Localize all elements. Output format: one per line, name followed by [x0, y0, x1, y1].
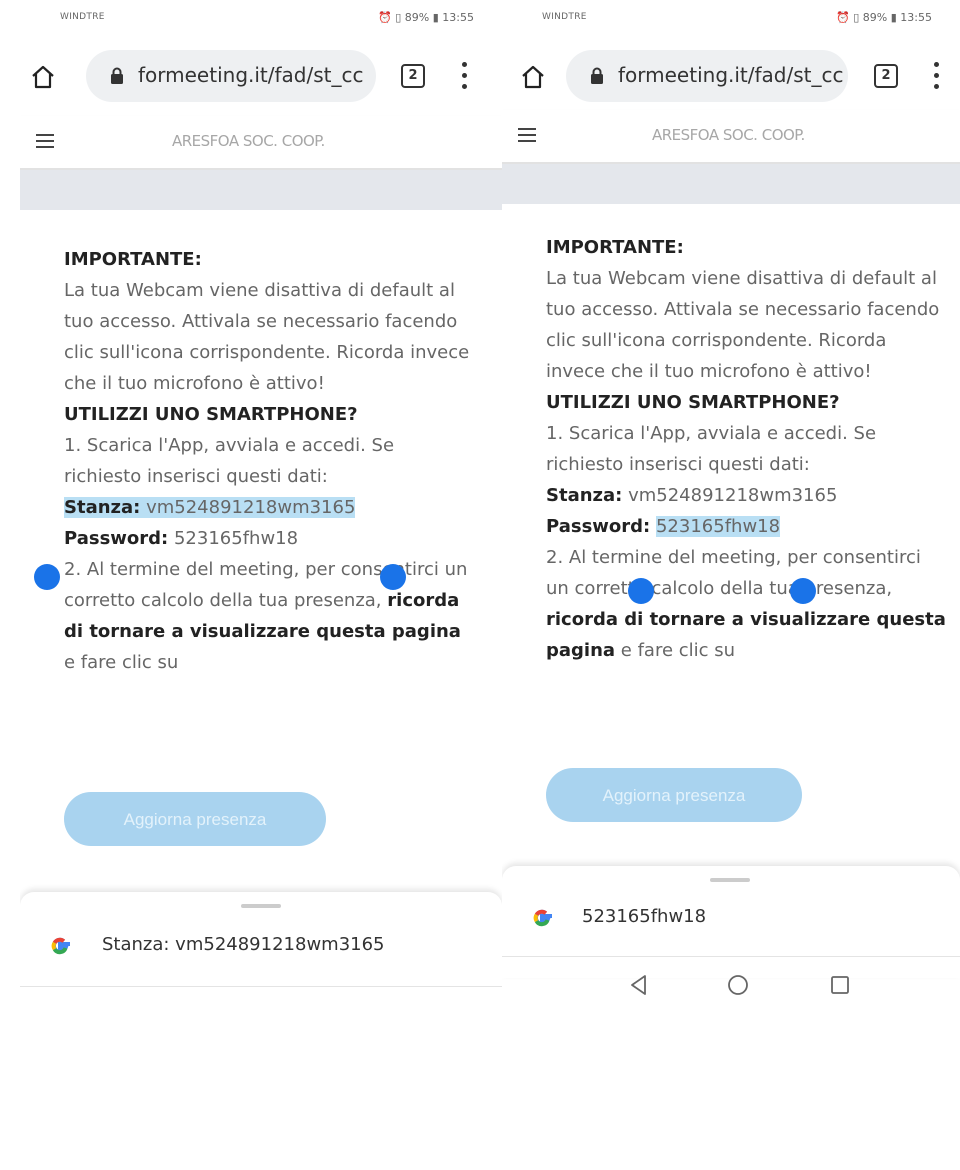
google-icon [533, 909, 552, 927]
step-1-text: 1. Scarica l'App, avviala e accedi. Se r… [546, 423, 877, 475]
heading-important: IMPORTANTE: [546, 237, 684, 258]
selection-handle-end[interactable] [380, 564, 406, 590]
tab-switcher-icon[interactable]: 2 [874, 64, 898, 88]
room-value: vm524891218wm3165 [628, 485, 838, 506]
lock-icon [111, 67, 123, 84]
room-value: vm524891218wm3165 [146, 497, 356, 518]
status-indicators: ⏰ ▯ 89% ▮ 13:55 [836, 11, 932, 24]
instructions-text: IMPORTANTE: La tua Webcam viene disattiv… [546, 232, 946, 666]
sheet-divider [502, 956, 960, 957]
address-bar[interactable]: formeeting.it/fad/st_cc [566, 50, 848, 102]
home-circle-icon[interactable] [725, 972, 751, 998]
room-selection[interactable]: Stanza: vm524891218wm3165 [64, 497, 356, 518]
status-bar: WINDTRE ⏰ ▯ 89% ▮ 13:55 [502, 0, 960, 40]
password-label: Password: [64, 528, 169, 549]
update-presence-button[interactable]: Aggiorna presenza [546, 768, 802, 822]
header-band [20, 170, 502, 210]
site-header: ARESFOA SOC. COOP. [502, 110, 960, 164]
lock-icon [591, 67, 603, 84]
sheet-grabber[interactable] [710, 878, 750, 882]
step-2-end: e fare clic su [620, 640, 736, 661]
url-text: formeeting.it/fad/st_cc [138, 63, 364, 87]
status-bar: WINDTRE ⏰ ▯ 89% ▮ 13:55 [20, 0, 502, 40]
suggestion-sheet: Stanza: vm524891218wm3165 [20, 892, 502, 1000]
update-presence-button[interactable]: Aggiorna presenza [64, 792, 326, 846]
sheet-grabber[interactable] [241, 904, 281, 908]
site-title: ARESFOA SOC. COOP. [172, 132, 325, 150]
android-nav-bar [502, 958, 960, 1000]
address-bar[interactable]: formeeting.it/fad/st_cc [86, 50, 376, 102]
suggestion-text[interactable]: Stanza: vm524891218wm3165 [102, 934, 385, 955]
recents-square-icon[interactable] [827, 972, 853, 998]
step-2-bold: ricorda di tornare a visualizzare questa… [546, 609, 946, 661]
home-icon[interactable] [30, 64, 56, 90]
selection-handle-start[interactable] [34, 564, 60, 590]
google-icon [51, 937, 70, 955]
browser-toolbar: formeeting.it/fad/st_cc 2 [502, 48, 960, 106]
status-indicators: ⏰ ▯ 89% ▮ 13:55 [378, 11, 474, 24]
tab-switcher-icon[interactable]: 2 [401, 64, 425, 88]
heading-important: IMPORTANTE: [64, 249, 202, 270]
header-band [502, 164, 960, 204]
heading-smartphone: UTILIZZI UNO SMARTPHONE? [64, 404, 358, 425]
selection-handle-end[interactable] [790, 578, 816, 604]
instructions-text: IMPORTANTE: La tua Webcam viene disattiv… [64, 244, 474, 678]
menu-kebab-icon[interactable] [462, 62, 468, 90]
step-1-text: 1. Scarica l'App, avviala e accedi. Se r… [64, 435, 395, 487]
home-icon[interactable] [520, 64, 546, 90]
browser-toolbar: formeeting.it/fad/st_cc 2 [20, 48, 502, 106]
url-text: formeeting.it/fad/st_cc [618, 63, 844, 87]
sheet-divider [20, 986, 502, 987]
carrier-label: WINDTRE [542, 12, 587, 22]
site-title: ARESFOA SOC. COOP. [652, 126, 805, 144]
password-value: 523165fhw18 [173, 528, 299, 549]
room-label: Stanza: [64, 497, 141, 518]
carrier-label: WINDTRE [60, 12, 105, 22]
important-paragraph: La tua Webcam viene disattiva di default… [546, 268, 940, 382]
android-nav-bar [20, 988, 502, 1000]
selection-handle-start[interactable] [628, 578, 654, 604]
site-header: ARESFOA SOC. COOP. [20, 116, 502, 170]
heading-smartphone: UTILIZZI UNO SMARTPHONE? [546, 392, 840, 413]
phone-screen-right: WINDTRE ⏰ ▯ 89% ▮ 13:55 formeeting.it/fa… [502, 0, 960, 1000]
hamburger-menu-icon[interactable] [518, 128, 536, 142]
suggestion-text[interactable]: 523165fhw18 [582, 906, 706, 927]
step-2-text: 2. Al termine del meeting, per consentir… [546, 547, 921, 599]
phone-screen-left: WINDTRE ⏰ ▯ 89% ▮ 13:55 formeeting.it/fa… [20, 0, 502, 1000]
back-triangle-icon[interactable] [626, 972, 652, 998]
room-label: Stanza: [546, 485, 623, 506]
step-2-end: e fare clic su [64, 652, 179, 673]
password-selection[interactable]: 523165fhw18 [655, 516, 781, 537]
password-label: Password: [546, 516, 651, 537]
hamburger-menu-icon[interactable] [36, 134, 54, 148]
important-paragraph: La tua Webcam viene disattiva di default… [64, 280, 470, 394]
menu-kebab-icon[interactable] [934, 62, 940, 90]
